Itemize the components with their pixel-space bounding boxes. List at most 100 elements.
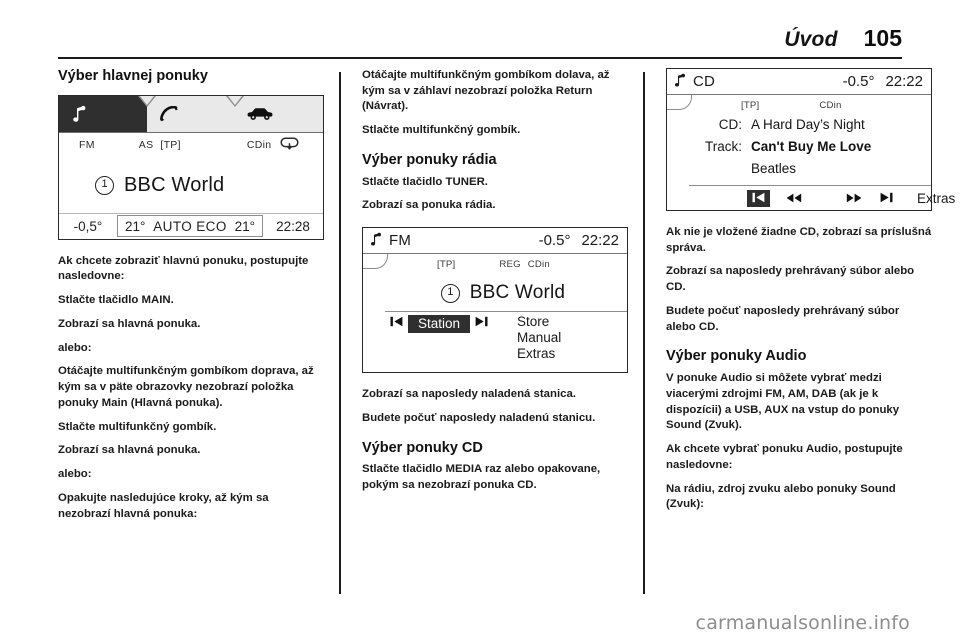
cd-album-label: CD: <box>718 117 742 132</box>
climate-status-bar: -0,5° 21° AUTO ECO 21° 22:28 <box>59 212 323 239</box>
paragraph-right-2: Budete počuť naposledy prehrávaný súbor … <box>666 304 900 333</box>
paragraph-mid-1: Stlačte multifunkčný gombík. <box>362 124 521 137</box>
fast-forward-icon[interactable] <box>842 191 866 206</box>
menu-item-station[interactable]: Station <box>408 315 471 334</box>
paragraph-left-5: Stlačte multifunkčný gombík. <box>58 420 217 433</box>
paragraph-mid-0: Otáčajte multifunkčným gombíkom dolava, … <box>362 69 610 113</box>
passenger-temperature: 21° <box>234 218 255 234</box>
paragraph-left-4: Otáčajte multifunkčným gombíkom doprava,… <box>58 365 314 409</box>
tab-audio[interactable] <box>59 95 156 132</box>
paragraph-cd-0: Stlačte tlačidlo MEDIA raz alebo opakova… <box>362 463 601 491</box>
paragraph-left-1: Stlačte tlačidlo MAIN. <box>58 294 174 307</box>
screenshot-cd-menu: CD -0.5° 22:22 [TP] CDin CD: A Hard Day’… <box>666 68 955 211</box>
tuner-title-right: -0.5° 22:22 <box>539 232 619 249</box>
column-middle: Otáčajte multifunkčným gombíkom dolava, … <box>362 68 628 598</box>
cd-artist-value: Beatles <box>751 161 797 176</box>
climate-panel: 21° AUTO ECO 21° <box>117 215 263 238</box>
menu-item-extras[interactable]: Extras <box>517 346 561 361</box>
music-note-icon <box>673 73 686 91</box>
status-autostore: AS <box>138 138 154 151</box>
section-heading-cd-menu: Výber ponuky CD <box>362 439 483 456</box>
paragraph-audio-1: Ak chcete vybrať ponuku Audio, postupujt… <box>666 443 903 471</box>
status-cd-inserted: CDin <box>527 259 550 271</box>
status-traffic-program: [TP] <box>741 100 760 111</box>
phone-handset-icon <box>159 105 179 122</box>
manual-page: Úvod 105 Výber hlavnej ponuky FM AS [TP]… <box>0 0 960 642</box>
section-heading-main-menu: Výber hlavnej ponuky <box>58 68 208 84</box>
rewind-icon[interactable] <box>782 191 806 206</box>
tuner-menu-row: Station Store Manual Extras <box>385 311 627 374</box>
station-name: BBC World <box>469 282 566 304</box>
cd-source-label: CD <box>693 73 716 90</box>
tuner-menu-items: Store Manual Extras <box>517 312 561 374</box>
clock: 22:22 <box>885 73 923 90</box>
paragraph-left-3: alebo: <box>58 341 92 354</box>
screenshot-radio-menu: FM -0.5° 22:22 [TP] REG CDin 1 BBC World <box>362 227 628 374</box>
content-columns: Výber hlavnej ponuky FM AS [TP] CDin 1 B… <box>0 68 960 598</box>
column-divider-2 <box>643 72 645 594</box>
cd-title-right: -0.5° 22:22 <box>843 73 923 90</box>
page-number: 105 <box>863 25 902 51</box>
preset-number: 1 <box>95 176 114 196</box>
skip-forward-icon[interactable] <box>876 191 897 206</box>
paragraph-left-8: Opakujte nasledujúce kroky, až kým sa ne… <box>58 491 269 520</box>
cd-title-bar: CD -0.5° 22:22 <box>667 69 931 95</box>
menu-item-store[interactable]: Store <box>517 314 561 329</box>
menu-item-manual[interactable]: Manual <box>517 330 561 345</box>
section-heading-radio-menu: Výber ponuky rádia <box>362 151 497 168</box>
driver-temperature: 21° <box>125 218 146 234</box>
status-band: FM <box>79 138 95 151</box>
paragraph-right-0: Ak nie je vložené žiadne CD, zobrazí sa … <box>666 226 932 254</box>
tab-notch-1 <box>137 95 156 107</box>
tuner-now-playing: 1 BBC World <box>363 275 627 311</box>
site-watermark: carmanualsonline.info <box>695 612 910 634</box>
paragraph-radio-1: Zobrazí sa ponuka rádia. <box>362 199 496 212</box>
preset-number: 1 <box>440 283 460 303</box>
skip-forward-icon[interactable] <box>470 315 493 330</box>
clock: 22:28 <box>276 218 310 234</box>
now-playing-row: 1 BBC World <box>59 157 323 215</box>
tab-vehicle[interactable] <box>235 96 323 132</box>
paragraph-audio-2: Na rádiu, zdroj zvuku alebo ponuky Sound… <box>666 482 896 511</box>
station-name: BBC World <box>124 174 225 197</box>
cd-row-album: CD: A Hard Day’s Night <box>667 117 931 139</box>
tuner-title-bar: FM -0.5° 22:22 <box>363 228 627 255</box>
cd-track-value: Can't Buy Me Love <box>751 139 872 154</box>
climate-mode: AUTO ECO <box>153 218 227 234</box>
clock: 22:22 <box>581 232 619 250</box>
skip-back-icon[interactable] <box>747 189 770 207</box>
page-title: Úvod <box>784 28 838 51</box>
tab-strip <box>59 95 323 133</box>
status-cd-inserted: CDin <box>246 138 272 151</box>
section-heading-audio-menu: Výber ponuky Audio <box>666 348 807 365</box>
page-header: Úvod 105 <box>58 14 902 52</box>
music-note-icon <box>369 232 382 250</box>
paragraph-left-6: Zobrazí sa hlavná ponuka. <box>58 444 201 457</box>
paragraph-left-0: Ak chcete zobraziť hlavnú ponuku, postup… <box>58 254 309 283</box>
status-regional: REG <box>499 259 521 271</box>
loop-icon <box>280 137 299 153</box>
column-divider-1 <box>339 72 341 594</box>
tuner-station-selector: Station <box>385 312 517 374</box>
header-rule <box>58 57 902 59</box>
paragraph-left-2: Zobrazí sa hlavná ponuka. <box>58 317 201 330</box>
status-traffic-program: [TP] <box>437 259 456 271</box>
car-icon <box>247 107 273 121</box>
tab-phone[interactable] <box>147 95 244 132</box>
tuner-sub-status: [TP] REG CDin <box>363 254 627 275</box>
tab-notch-2 <box>225 95 244 107</box>
skip-back-icon[interactable] <box>385 315 408 330</box>
cd-row-track: Track: Can't Buy Me Love <box>667 139 931 161</box>
cd-track-info: CD: A Hard Day’s Night Track: Can't Buy … <box>667 116 931 183</box>
menu-item-extras[interactable]: Extras <box>917 191 955 206</box>
music-note-icon <box>71 105 87 123</box>
outside-temperature: -0.5° <box>538 232 571 250</box>
paragraph-mid-after-0: Zobrazí sa naposledy naladená stanica. <box>362 388 576 401</box>
paragraph-mid-after-1: Budete počuť naposledy naladenú stanicu. <box>362 411 596 424</box>
tuner-source-label: FM <box>389 232 412 250</box>
status-line: FM AS [TP] CDin <box>59 133 323 157</box>
status-traffic-program: [TP] <box>160 138 181 151</box>
paragraph-radio-0: Stlačte tlačidlo TUNER. <box>362 175 488 188</box>
cd-track-label: Track: <box>705 139 742 154</box>
paragraph-right-1: Zobrazí sa naposledy prehrávaný súbor al… <box>666 265 915 294</box>
